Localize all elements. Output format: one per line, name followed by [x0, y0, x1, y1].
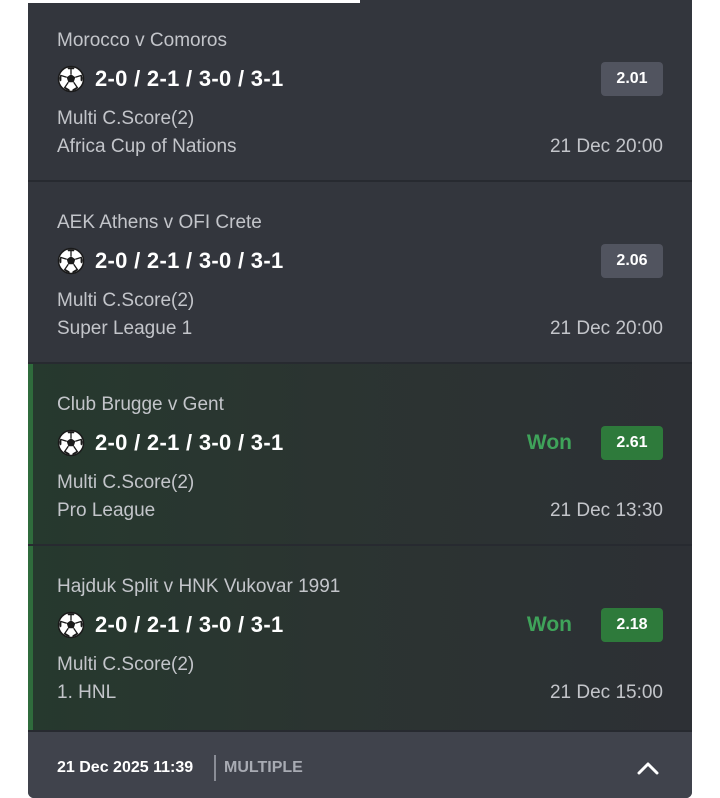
bet-slip-card: Morocco v Comoros 2-0 / 2-1 / 3-0 / 3-1 … [28, 0, 692, 798]
bet-footer: 21 Dec 2025 11:39 MULTIPLE [28, 732, 692, 798]
result-status: Won [526, 613, 572, 636]
pick-row: 2-0 / 2-1 / 3-0 / 3-1 [57, 246, 284, 276]
market-name: Multi C.Score(2) [57, 654, 195, 675]
match-name: Club Brugge v Gent [57, 394, 224, 415]
chevron-up-icon [637, 762, 659, 775]
odds-badge: 2.18 [601, 608, 663, 642]
bet-type-label: MULTIPLE [224, 759, 303, 776]
selection-row[interactable]: Hajduk Split v HNK Vukovar 1991 2-0 / 2-… [28, 546, 692, 732]
football-icon [57, 611, 85, 639]
match-name: Morocco v Comoros [57, 30, 227, 51]
match-name: Hajduk Split v HNK Vukovar 1991 [57, 576, 341, 597]
pick-text: 2-0 / 2-1 / 3-0 / 3-1 [95, 248, 284, 273]
result-status: Won [526, 431, 572, 454]
footer-divider [214, 755, 216, 781]
odds-badge: 2.06 [601, 244, 663, 278]
league-name: 1. HNL [57, 682, 117, 703]
odds-badge: 2.61 [601, 426, 663, 460]
selection-row[interactable]: Morocco v Comoros 2-0 / 2-1 / 3-0 / 3-1 … [28, 0, 692, 182]
selection-row[interactable]: Club Brugge v Gent 2-0 / 2-1 / 3-0 / 3-1… [28, 364, 692, 546]
pick-text: 2-0 / 2-1 / 3-0 / 3-1 [95, 612, 284, 637]
match-name: AEK Athens v OFI Crete [57, 212, 262, 233]
pick-text: 2-0 / 2-1 / 3-0 / 3-1 [95, 66, 284, 91]
event-datetime: 21 Dec 15:00 [549, 682, 663, 703]
football-icon [57, 65, 85, 93]
bet-placed-datetime: 21 Dec 2025 11:39 [57, 759, 194, 776]
odds-badge: 2.01 [601, 62, 663, 96]
event-datetime: 21 Dec 13:30 [549, 500, 663, 521]
event-datetime: 21 Dec 20:00 [549, 136, 663, 157]
market-name: Multi C.Score(2) [57, 290, 195, 311]
league-name: Pro League [57, 500, 156, 521]
pick-row: 2-0 / 2-1 / 3-0 / 3-1 [57, 610, 284, 640]
pick-row: 2-0 / 2-1 / 3-0 / 3-1 [57, 64, 284, 94]
league-name: Super League 1 [57, 318, 193, 339]
event-datetime: 21 Dec 20:00 [549, 318, 663, 339]
collapse-button[interactable] [632, 752, 664, 784]
football-icon [57, 247, 85, 275]
pick-text: 2-0 / 2-1 / 3-0 / 3-1 [95, 430, 284, 455]
market-name: Multi C.Score(2) [57, 108, 195, 129]
selection-row[interactable]: AEK Athens v OFI Crete 2-0 / 2-1 / 3-0 /… [28, 182, 692, 364]
football-icon [57, 429, 85, 457]
league-name: Africa Cup of Nations [57, 136, 237, 157]
market-name: Multi C.Score(2) [57, 472, 195, 493]
pick-row: 2-0 / 2-1 / 3-0 / 3-1 [57, 428, 284, 458]
